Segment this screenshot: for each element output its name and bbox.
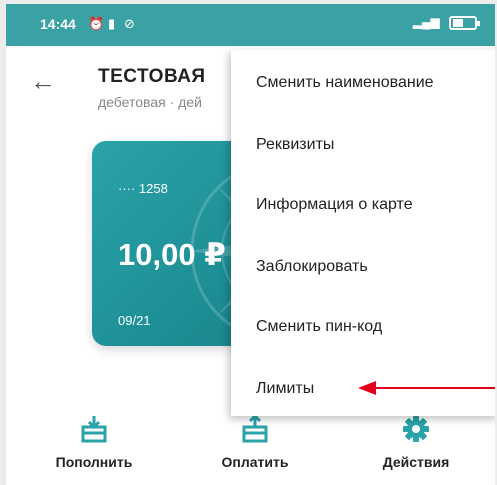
back-arrow-icon[interactable]: ← [30,68,58,96]
alarm-icon: ⏰ [88,16,105,31]
menu-item-requisites[interactable]: Реквизиты [231,116,495,174]
topup-label: Пополнить [55,454,133,470]
status-bar: 14:44 ⏰ ▮ ⊘ ▂▄▆ [6,4,495,46]
topup-button[interactable]: Пополнить [34,414,154,470]
menu-item-rename[interactable]: Сменить наименование [231,54,495,112]
card-number: ···· 1258 [118,181,168,196]
battery-icon [449,15,480,30]
menu-item-card-info[interactable]: Информация о карте [231,176,495,234]
annotation-arrow-icon [358,381,376,395]
pay-label: Оплатить [221,454,289,470]
topup-icon [81,416,107,443]
card-expiry: 09/21 [118,313,151,328]
overflow-menu: Сменить наименование Реквизиты Информаци… [231,50,495,416]
gear-icon [403,416,429,442]
do-not-disturb-icon: ⊘ [124,16,135,31]
status-right: ▂▄▆ [412,15,480,30]
lock-icon: ▮ [108,16,116,31]
status-time: 14:44 [40,16,76,32]
app-screen: 14:44 ⏰ ▮ ⊘ ▂▄▆ ← ТЕСТОВАЯ дебетовая · д… [6,4,495,485]
signal-icon: ▂▄▆ [412,15,440,29]
actions-label: Действия [382,454,450,470]
page-title: ТЕСТОВАЯ [98,66,206,87]
pay-icon [242,414,268,443]
menu-item-change-pin[interactable]: Сменить пин-код [231,298,495,356]
menu-item-block[interactable]: Заблокировать [231,238,495,296]
actions-button[interactable]: Действия [356,414,476,470]
annotation-arrow-line [374,387,495,389]
card-balance: 10,00 ₽ [118,237,226,272]
pay-button[interactable]: Оплатить [195,414,315,470]
page-subtitle: дебетовая · дей [98,94,202,110]
